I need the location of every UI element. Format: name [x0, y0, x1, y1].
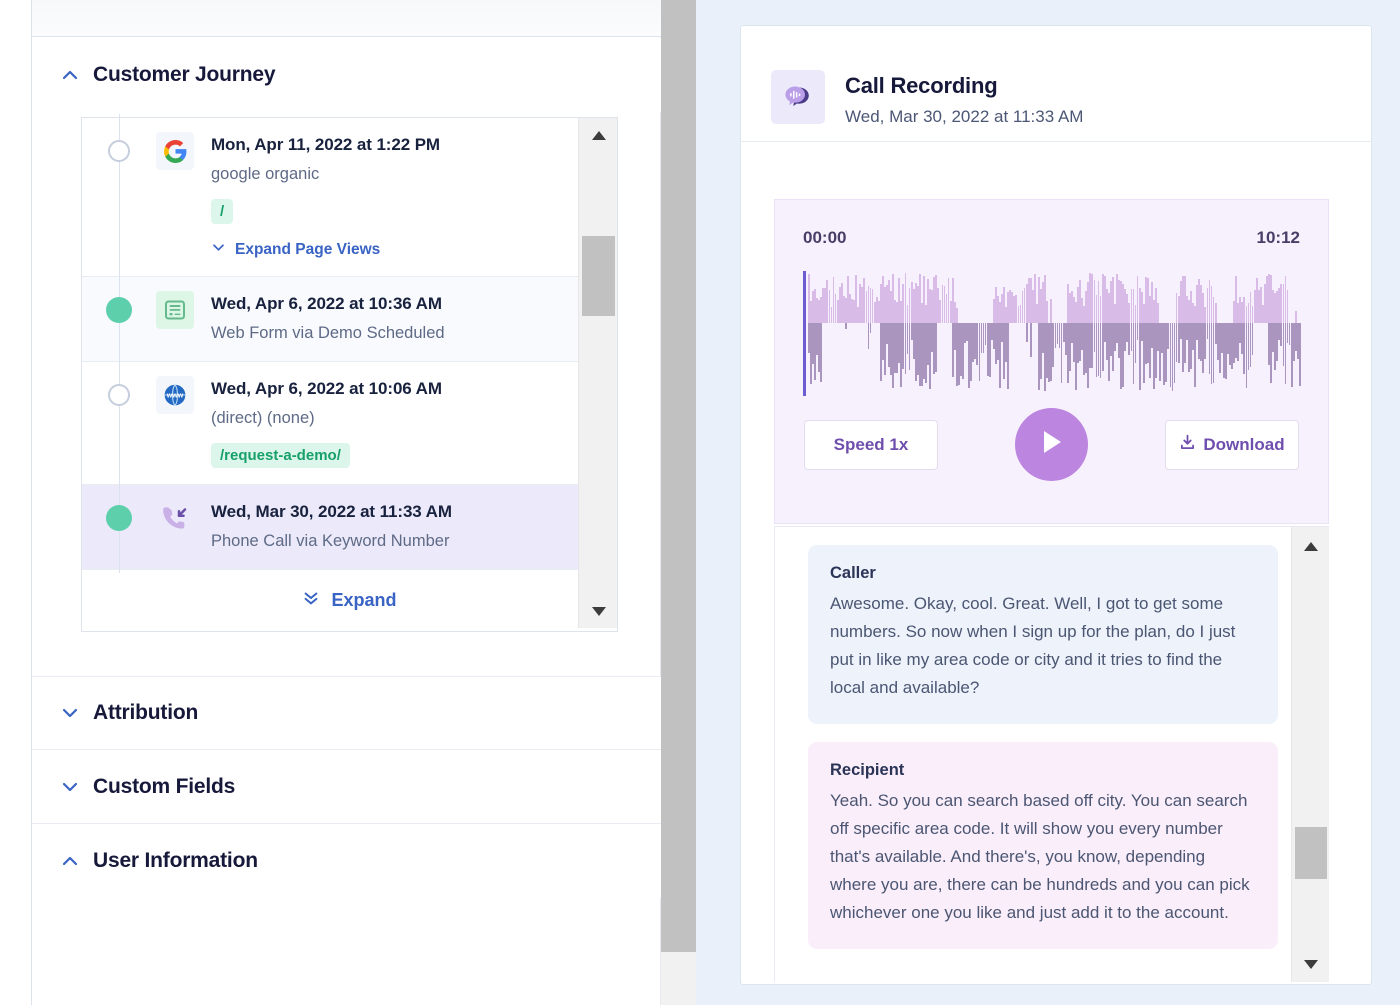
download-button-label: Download — [1203, 434, 1285, 454]
section-header-customer-journey[interactable]: Customer Journey — [32, 38, 661, 112]
timeline-dot — [108, 384, 130, 407]
audio-player: 00:00 10:12 Speed 1x Download — [774, 199, 1329, 524]
call-recording-bubble-icon — [771, 69, 825, 124]
journey-item-date: Wed, Apr 6, 2022 at 10:06 AM — [211, 379, 442, 399]
journey-item-source: google organic — [211, 164, 320, 183]
transcript-message: Caller Awesome. Okay, cool. Great. Well,… — [808, 545, 1278, 725]
page-scrollbar-thumb[interactable] — [661, 0, 696, 952]
play-triangle-icon — [1039, 428, 1065, 461]
player-times: 00:00 10:12 — [775, 200, 1328, 248]
call-recording-header: Call Recording Wed, Mar 30, 2022 at 11:3… — [741, 26, 1371, 142]
speed-button-label: Speed 1x — [833, 434, 909, 454]
section-header-user-information[interactable]: User Information — [32, 824, 661, 899]
journey-item-body: Mon, Apr 11, 2022 at 1:22 PM google orga… — [211, 134, 617, 260]
expand-page-views-link[interactable]: Expand Page Views — [211, 240, 380, 260]
journey-scrollbar[interactable] — [578, 118, 617, 628]
journey-scrollbar-thumb[interactable] — [582, 236, 615, 316]
transcript-scrollbar-thumb[interactable] — [1295, 827, 1327, 879]
player-controls: Speed 1x Download — [775, 408, 1328, 481]
double-chevron-down-icon — [302, 589, 320, 612]
journey-item-date: Mon, Apr 11, 2022 at 1:22 PM — [211, 135, 440, 154]
app-root: Customer Journey Mon, Apr 11, 2022 at 1:… — [0, 0, 1400, 1005]
triangle-down-icon[interactable] — [579, 596, 618, 626]
transcript-messages: Caller Awesome. Okay, cool. Great. Well,… — [775, 527, 1292, 982]
call-recording-date: Wed, Mar 30, 2022 at 11:33 AM — [845, 106, 1084, 126]
journey-item-page-chip: / — [211, 199, 234, 225]
journey-item-page-chip: /request-a-demo/ — [211, 443, 350, 469]
player-time-end: 10:12 — [1256, 228, 1300, 247]
transcript-speaker: Recipient — [830, 761, 905, 780]
transcript-speaker: Caller — [830, 564, 876, 582]
section-title: User Information — [93, 849, 258, 873]
journey-item-date: Wed, Apr 6, 2022 at 10:36 AM — [211, 294, 442, 314]
inbound-call-icon — [156, 499, 194, 537]
call-recording-title: Call Recording — [845, 72, 998, 98]
speed-button[interactable]: Speed 1x — [804, 419, 938, 470]
download-button[interactable]: Download — [1165, 419, 1299, 470]
timeline-dot — [106, 505, 132, 532]
customer-journey-list: Mon, Apr 11, 2022 at 1:22 PM google orga… — [81, 113, 618, 633]
journey-rail — [82, 358, 156, 489]
timeline-dot — [106, 297, 132, 324]
left-panel-content: Customer Journey Mon, Apr 11, 2022 at 1:… — [32, 38, 661, 899]
player-time-start: 00:00 — [803, 228, 847, 247]
timeline-dot — [108, 140, 130, 162]
page-scrollbar[interactable] — [661, 0, 696, 1005]
chevron-down-icon — [59, 776, 81, 798]
right-detail-panel: Call Recording Wed, Mar 30, 2022 at 11:3… — [696, 0, 1400, 1005]
section-title: Customer Journey — [93, 63, 276, 86]
transcript-message: Recipient Yeah. So you can search based … — [808, 742, 1278, 950]
journey-rail — [82, 481, 156, 574]
chevron-up-icon — [59, 64, 81, 86]
google-icon — [156, 132, 194, 170]
journey-item-body: Wed, Apr 6, 2022 at 10:06 AM (direct) (n… — [211, 378, 617, 469]
journey-item-body: Wed, Apr 6, 2022 at 10:36 AM Web Form vi… — [211, 293, 617, 345]
chevron-down-icon — [211, 240, 226, 260]
journey-item[interactable]: Mon, Apr 11, 2022 at 1:22 PM google orga… — [82, 113, 617, 281]
journey-item[interactable]: Wed, Apr 6, 2022 at 10:36 AM Web Form vi… — [82, 273, 617, 366]
triangle-up-icon[interactable] — [579, 120, 618, 150]
triangle-down-icon[interactable] — [1292, 949, 1329, 979]
transcript-text: Awesome. Okay, cool. Great. Well, I got … — [830, 594, 1236, 698]
journey-item-source: (direct) (none) — [211, 409, 315, 427]
journey-item[interactable]: www Wed, Apr 6, 2022 at 10:06 AM (direct… — [82, 358, 617, 489]
journey-item-body: Wed, Mar 30, 2022 at 11:33 AM Phone Call… — [211, 501, 617, 553]
journey-item-source: Phone Call via Keyword Number — [211, 532, 450, 551]
journey-rail — [82, 113, 156, 281]
panel-top-band — [32, 0, 661, 37]
section-title: Custom Fields — [93, 774, 236, 798]
journey-item-source: Web Form via Demo Scheduled — [211, 323, 445, 342]
journey-expand-label: Expand — [331, 590, 397, 611]
call-transcript: Caller Awesome. Okay, cool. Great. Well,… — [774, 526, 1329, 982]
call-recording-heading-text: Call Recording Wed, Mar 30, 2022 at 11:3… — [845, 73, 1083, 127]
call-recording-card: Call Recording Wed, Mar 30, 2022 at 11:3… — [740, 25, 1372, 985]
chevron-down-icon — [59, 702, 81, 724]
journey-item-date: Wed, Mar 30, 2022 at 11:33 AM — [211, 502, 452, 522]
transcript-scrollbar[interactable] — [1291, 527, 1329, 982]
journey-item[interactable]: Wed, Mar 30, 2022 at 11:33 AM Phone Call… — [82, 481, 617, 574]
waveform-bars — [808, 271, 1301, 396]
download-icon — [1179, 434, 1196, 456]
journey-items: Mon, Apr 11, 2022 at 1:22 PM google orga… — [82, 113, 617, 574]
triangle-up-icon[interactable] — [1292, 531, 1329, 561]
section-header-attribution[interactable]: Attribution — [32, 676, 661, 751]
www-globe-icon: www — [156, 376, 194, 415]
web-form-icon — [156, 291, 194, 330]
section-title: Attribution — [93, 701, 199, 725]
expand-page-views-label: Expand Page Views — [235, 241, 381, 259]
play-button[interactable] — [1015, 408, 1088, 481]
transcript-text: Yeah. So you can search based off city. … — [830, 791, 1250, 923]
journey-expand-button[interactable]: Expand — [82, 569, 617, 632]
svg-text:www: www — [166, 392, 184, 399]
chevron-up-icon — [59, 850, 81, 872]
left-details-panel: Customer Journey Mon, Apr 11, 2022 at 1:… — [31, 0, 661, 1005]
waveform-playhead[interactable] — [803, 271, 806, 396]
section-header-custom-fields[interactable]: Custom Fields — [32, 750, 661, 825]
journey-rail — [82, 273, 156, 366]
audio-waveform[interactable] — [803, 271, 1301, 396]
